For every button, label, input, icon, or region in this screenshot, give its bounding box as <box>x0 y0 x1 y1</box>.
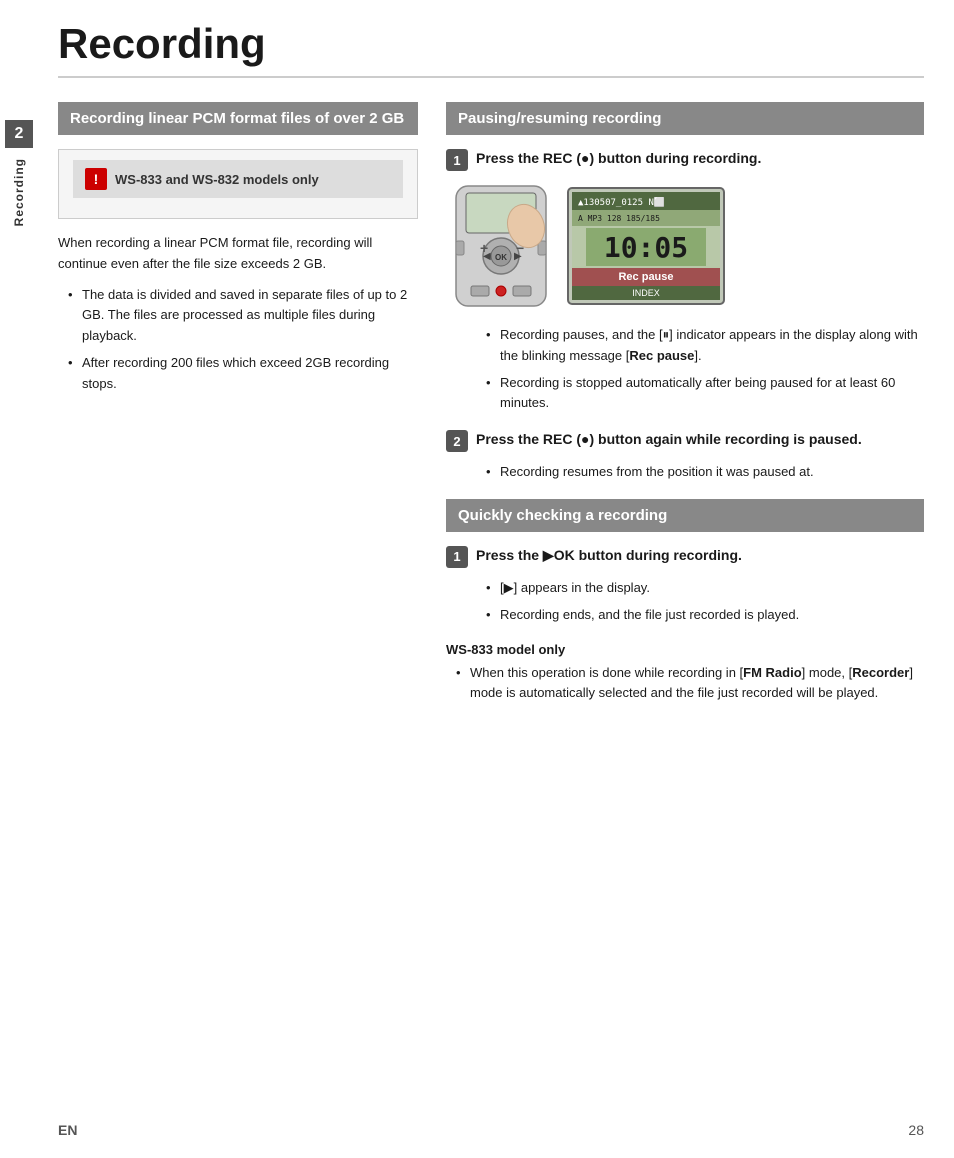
recorder-screen-image: ▲130507_0125 N⬜ A MP3 128 185/185 10:05 … <box>566 186 726 306</box>
step2-badge: 2 <box>446 430 468 452</box>
list-item: When this operation is done while record… <box>456 663 924 705</box>
step1-title: Press the REC (●) button during recordin… <box>476 149 924 169</box>
main-content: Recording Recording linear PCM format fi… <box>38 0 954 750</box>
ws833-title: WS-833 model only <box>446 642 924 657</box>
content-columns: Recording linear PCM format files of ove… <box>58 102 924 710</box>
footer: EN 28 <box>38 1122 954 1138</box>
step1-row: 1 Press the REC (●) button during record… <box>446 149 924 171</box>
step1-bullet-list: Recording pauses, and the [⏸] indicator … <box>476 325 924 414</box>
page-title: Recording <box>58 20 924 78</box>
left-column: Recording linear PCM format files of ove… <box>58 102 418 710</box>
left-section-header: Recording linear PCM format files of ove… <box>58 102 418 135</box>
list-item: Recording pauses, and the [⏸] indicator … <box>486 325 924 367</box>
step3-bullet-list: [▶] appears in the display. Recording en… <box>476 578 924 626</box>
ws833-bullet-list: When this operation is done while record… <box>446 663 924 705</box>
step3-row: 1 Press the ▶OK button during recording. <box>446 546 924 568</box>
chapter-number: 2 <box>5 120 33 148</box>
left-section-title: Recording linear PCM format files of ove… <box>70 110 404 127</box>
warning-box: ! WS-833 and WS-832 models only <box>58 149 418 219</box>
sidebar-label: Recording <box>12 158 26 226</box>
step2-bullet-list: Recording resumes from the position it w… <box>476 462 924 483</box>
list-item: Recording is stopped automatically after… <box>486 373 924 415</box>
warning-icon: ! <box>85 168 107 190</box>
svg-text:Rec pause: Rec pause <box>618 271 673 283</box>
step3-content: [▶] appears in the display. Recording en… <box>476 578 924 626</box>
list-item: Recording ends, and the file just record… <box>486 605 924 626</box>
recorder-device-image: OK + − ◀ ▶ <box>446 181 556 311</box>
step3-title: Press the ▶OK button during recording. <box>476 546 924 566</box>
svg-text:▶: ▶ <box>514 251 522 262</box>
device-images: OK + − ◀ ▶ <box>446 181 924 311</box>
step1-content: Recording pauses, and the [⏸] indicator … <box>476 325 924 414</box>
right-section2-title: Quickly checking a recording <box>458 507 667 524</box>
list-item: After recording 200 files which exceed 2… <box>68 353 418 395</box>
list-item: The data is divided and saved in separat… <box>68 285 418 347</box>
svg-text:10:05: 10:05 <box>604 231 688 264</box>
step2-title: Press the REC (●) button again while rec… <box>476 430 924 450</box>
bullet-list: The data is divided and saved in separat… <box>58 285 418 395</box>
warning-header: ! WS-833 and WS-832 models only <box>73 160 403 198</box>
step3-badge: 1 <box>446 546 468 568</box>
warning-title: WS-833 and WS-832 models only <box>115 172 319 187</box>
svg-text:◀: ◀ <box>483 251 491 262</box>
svg-text:INDEX: INDEX <box>632 288 660 298</box>
right-section2-header: Quickly checking a recording <box>446 499 924 532</box>
footer-lang: EN <box>58 1122 77 1138</box>
sidebar: 2 Recording <box>0 0 38 1158</box>
list-item: [▶] appears in the display. <box>486 578 924 599</box>
footer-page: 28 <box>908 1122 924 1138</box>
svg-text:A MP3 128 185/185: A MP3 128 185/185 <box>578 214 660 223</box>
list-item: Recording resumes from the position it w… <box>486 462 924 483</box>
right-column: Pausing/resuming recording 1 Press the R… <box>446 102 924 710</box>
body-text: When recording a linear PCM format file,… <box>58 233 418 275</box>
right-section1-title: Pausing/resuming recording <box>458 110 661 127</box>
step2-content: Recording resumes from the position it w… <box>476 462 924 483</box>
svg-text:▲130507_0125 N⬜: ▲130507_0125 N⬜ <box>578 196 665 208</box>
step2-row: 2 Press the REC (●) button again while r… <box>446 430 924 452</box>
right-section1-header: Pausing/resuming recording <box>446 102 924 135</box>
step1-badge: 1 <box>446 149 468 171</box>
svg-text:OK: OK <box>495 253 507 262</box>
